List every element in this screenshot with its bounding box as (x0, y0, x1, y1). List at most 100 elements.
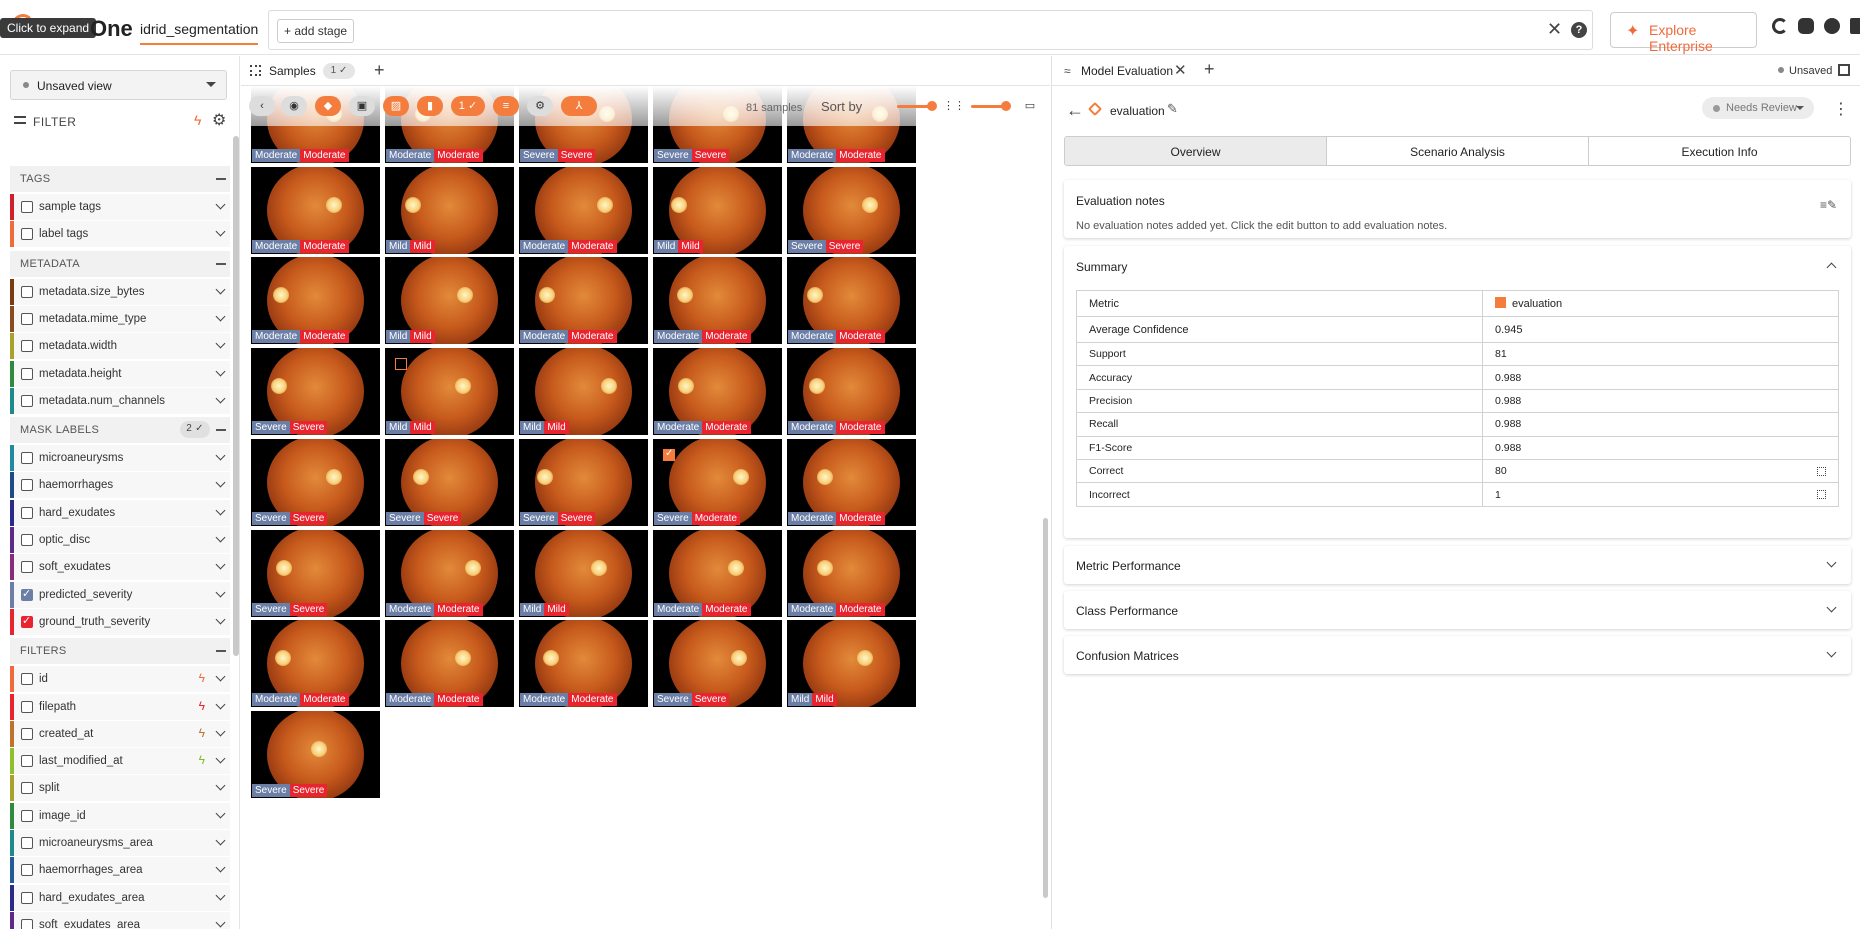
sidebar-field-created-at[interactable]: created_at ϟ (10, 720, 230, 747)
github-icon[interactable] (1824, 18, 1840, 34)
field-checkbox[interactable] (21, 452, 33, 465)
field-checkbox[interactable] (21, 561, 33, 574)
sidebar-field-predicted-severity[interactable]: predicted_severity (10, 581, 230, 608)
sidebar-field-ground-truth-severity[interactable]: ground_truth_severity (10, 608, 230, 635)
filter-samples-icon[interactable] (1817, 466, 1826, 476)
confusion-matrices-card[interactable]: Confusion Matrices (1064, 636, 1851, 674)
clear-view-icon[interactable]: ✕ (1547, 19, 1562, 40)
sidebar-field-split[interactable]: split (10, 775, 230, 802)
sample-tile[interactable]: Mild Mild (519, 529, 648, 617)
view-bar[interactable]: + add stage ✕ ? (268, 10, 1593, 50)
sidebar-field-soft-exudates[interactable]: soft_exudates (10, 554, 230, 581)
sample-tile[interactable]: Moderate Moderate (653, 257, 782, 345)
chevron-down-icon[interactable] (215, 338, 226, 349)
chevron-down-icon[interactable] (215, 699, 226, 709)
tab-execution-info[interactable]: Execution Info (1589, 137, 1850, 165)
field-checkbox[interactable] (21, 312, 33, 325)
list-icon[interactable]: ≡ (493, 96, 519, 116)
chevron-down-icon[interactable] (215, 671, 226, 682)
field-checkbox[interactable] (21, 782, 33, 795)
tab-scenario-analysis[interactable]: Scenario Analysis (1327, 137, 1589, 165)
palette-icon[interactable]: ◉ (281, 96, 307, 116)
field-checkbox[interactable] (21, 864, 33, 877)
opacity-slider[interactable] (897, 101, 937, 111)
close-tab-icon[interactable]: ✕ (1174, 61, 1187, 79)
chevron-down-icon[interactable] (215, 477, 226, 488)
sidebar-field-microaneurysms[interactable]: microaneurysms (10, 445, 230, 472)
sample-tile[interactable]: Moderate Moderate (251, 257, 380, 345)
saved-view-select[interactable]: Unsaved view (10, 70, 227, 100)
sample-tile[interactable]: Mild Mild (653, 166, 782, 254)
field-checkbox[interactable] (21, 673, 33, 686)
chevron-down-icon[interactable] (215, 393, 226, 404)
sample-tile[interactable]: Severe Severe (251, 348, 380, 436)
sample-tile[interactable]: Moderate Moderate (653, 348, 782, 436)
sample-tile[interactable]: Moderate Moderate (519, 257, 648, 345)
patches-icon[interactable]: ▣ (349, 96, 375, 116)
field-checkbox[interactable] (21, 506, 33, 519)
filter-samples-icon[interactable] (1817, 490, 1826, 500)
tag-icon[interactable]: ◆ (315, 96, 341, 116)
field-checkbox[interactable] (21, 367, 33, 380)
chevron-down-icon[interactable] (215, 890, 226, 901)
sidebar-field-haemorrhages-area[interactable]: haemorrhages_area (10, 857, 230, 884)
chevron-down-icon[interactable] (215, 311, 226, 322)
sort-by-select[interactable]: Sort by (821, 99, 862, 114)
sample-tile[interactable]: Mild Mild (787, 620, 916, 708)
field-checkbox[interactable] (21, 394, 33, 407)
sample-checkbox[interactable] (395, 358, 407, 371)
field-checkbox[interactable] (21, 891, 33, 904)
sample-tile[interactable]: Moderate Moderate (787, 438, 916, 526)
lightning-icon[interactable]: ϟ (199, 671, 205, 685)
edit-notes-icon[interactable]: ≡✎ (1820, 198, 1837, 212)
sidebar-field-microaneurysms-area[interactable]: microaneurysms_area (10, 830, 230, 856)
add-panel-icon[interactable]: + (374, 60, 385, 81)
sample-tile[interactable]: Mild Mild (519, 348, 648, 436)
lightning-icon[interactable]: ϟ (199, 753, 205, 767)
gear-icon[interactable]: ⚙ (212, 110, 226, 130)
chevron-down-icon[interactable] (215, 835, 226, 846)
chevron-down-icon[interactable] (215, 726, 226, 737)
selected-badge[interactable]: 1 ✓ (451, 96, 485, 116)
chevron-down-icon[interactable] (215, 226, 226, 237)
field-checkbox[interactable] (21, 837, 33, 849)
sidebar-field-hard-exudates-area[interactable]: hard_exudates_area (10, 884, 230, 911)
sidebar-field-filepath[interactable]: filepath ϟ (10, 693, 230, 720)
embedding-icon[interactable]: ⅄ (561, 96, 597, 116)
layout-icon[interactable] (1838, 64, 1850, 76)
sample-tile[interactable]: Moderate Moderate (653, 529, 782, 617)
sample-tile[interactable]: SevereModerate (653, 438, 782, 526)
samples-selection-badge[interactable]: 1 ✓ (323, 63, 355, 79)
sidebar-field-sample tags[interactable]: sample tags (10, 194, 230, 220)
sidebar-field-metadata-height[interactable]: metadata.height (10, 360, 230, 387)
field-checkbox[interactable] (21, 534, 33, 546)
review-status-select[interactable]: Needs Review (1702, 97, 1814, 119)
field-checkbox[interactable] (21, 228, 33, 241)
chevron-down-icon[interactable] (215, 917, 226, 928)
sample-tile[interactable]: Moderate Moderate (519, 620, 648, 708)
sample-tile[interactable]: Moderate Moderate (787, 257, 916, 345)
sample-tile[interactable]: Moderate Moderate (251, 620, 380, 708)
field-checkbox[interactable] (21, 479, 33, 492)
settings-icon[interactable]: ⚙ (527, 96, 553, 116)
sample-tile[interactable]: Severe Severe (385, 438, 514, 526)
collapse-icon[interactable] (216, 262, 226, 265)
back-arrow-icon[interactable]: ‹ (249, 96, 275, 116)
edit-pencil-icon[interactable]: ✎ (1167, 101, 1178, 117)
theme-toggle-icon[interactable] (1772, 18, 1788, 34)
sample-tile[interactable]: Moderate Moderate (251, 166, 380, 254)
field-checkbox[interactable] (21, 340, 33, 353)
field-checkbox[interactable] (21, 700, 33, 713)
section-metadata[interactable]: METADATA (10, 250, 230, 277)
sample-tile[interactable]: Severe Severe (251, 529, 380, 617)
section-mask-labels[interactable]: MASK LABELS 2 ✓ (10, 417, 230, 444)
sidebar-scrollbar[interactable] (233, 136, 239, 656)
field-checkbox[interactable] (21, 755, 33, 768)
lightning-icon[interactable]: ϟ (194, 112, 201, 128)
samples-tab[interactable]: Samples (269, 64, 316, 78)
sample-tile[interactable]: Mild Mild (385, 257, 514, 345)
section-tags[interactable]: TAGS (10, 166, 230, 192)
grid-layout-icon[interactable]: ⋮⋮ (941, 96, 967, 116)
field-checkbox[interactable] (21, 809, 33, 822)
sidebar-field-last-modified-at[interactable]: last_modified_at ϟ (10, 748, 230, 775)
